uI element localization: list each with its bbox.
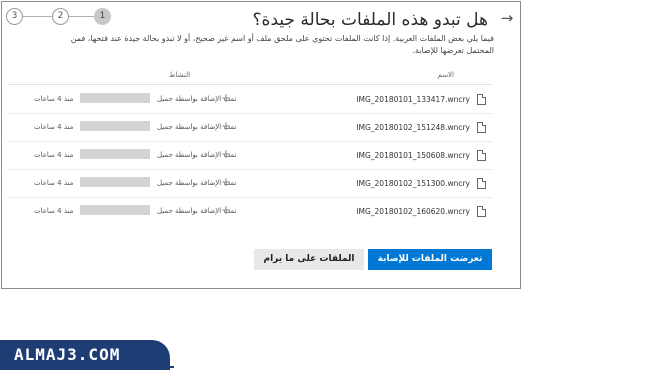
file-icon bbox=[477, 94, 486, 105]
step-connector bbox=[69, 16, 96, 17]
files-infected-button[interactable]: تعرضت الملفات للإصابة bbox=[368, 249, 492, 270]
file-icon bbox=[477, 206, 486, 217]
redacted-user bbox=[80, 205, 150, 215]
file-icon bbox=[477, 150, 486, 161]
step-1-active: 1 bbox=[94, 8, 111, 25]
files-ok-button[interactable]: الملفات على ما يرام bbox=[254, 249, 364, 270]
redacted-user bbox=[80, 149, 150, 159]
activity-text: تمت الإضافة بواسطة جميل bbox=[157, 179, 237, 187]
table-row[interactable]: IMG_20180101_150608.wncry + تمت الإضافة … bbox=[7, 142, 492, 170]
file-name: IMG_20180101_133417.wncry bbox=[356, 95, 470, 104]
table-row[interactable]: IMG_20180101_133417.wncry + تمت الإضافة … bbox=[7, 86, 492, 114]
redacted-user bbox=[80, 121, 150, 131]
step-3: 3 bbox=[6, 8, 23, 25]
file-name: IMG_20180101_150608.wncry bbox=[356, 151, 470, 160]
file-icon bbox=[477, 122, 486, 133]
activity-time: منذ 4 ساعات bbox=[34, 151, 74, 159]
table-row[interactable]: IMG_20180102_151248.wncry + تمت الإضافة … bbox=[7, 114, 492, 142]
file-icon bbox=[477, 178, 486, 189]
dialog-title: هل تبدو هذه الملفات بحالة جيدة؟ bbox=[252, 10, 488, 30]
redacted-user bbox=[80, 177, 150, 187]
column-name-header[interactable]: الاسم bbox=[438, 71, 454, 79]
dialog-description: فيما يلي بعض الملفات العربية. إذا كانت ا… bbox=[70, 34, 494, 55]
activity-text: تمت الإضافة بواسطة جميل bbox=[157, 207, 237, 215]
step-2: 2 bbox=[52, 8, 69, 25]
activity-time: منذ 4 ساعات bbox=[34, 207, 74, 215]
column-activity-header[interactable]: النشاط bbox=[169, 71, 190, 79]
activity-time: منذ 4 ساعات bbox=[34, 179, 74, 187]
activity-text: تمت الإضافة بواسطة جميل bbox=[157, 151, 237, 159]
activity-text: تمت الإضافة بواسطة جميل bbox=[157, 95, 237, 103]
redacted-user bbox=[80, 93, 150, 103]
arrow-right-icon[interactable]: → bbox=[499, 10, 515, 26]
file-check-dialog: 3 2 1 → هل تبدو هذه الملفات بحالة جيدة؟ … bbox=[1, 1, 521, 289]
table-row[interactable]: IMG_20180102_151300.wncry + تمت الإضافة … bbox=[7, 170, 492, 198]
table-header: الاسم النشاط bbox=[7, 68, 492, 84]
file-name: IMG_20180102_160620.wncry bbox=[356, 207, 470, 216]
activity-text: تمت الإضافة بواسطة جميل bbox=[157, 123, 237, 131]
file-name: IMG_20180102_151300.wncry bbox=[356, 179, 470, 188]
activity-time: منذ 4 ساعات bbox=[34, 123, 74, 131]
watermark-underline bbox=[0, 366, 174, 368]
header-divider bbox=[7, 84, 492, 85]
watermark-text: ALMAJ3.COM bbox=[14, 345, 121, 364]
file-name: IMG_20180102_151248.wncry bbox=[356, 123, 470, 132]
activity-time: منذ 4 ساعات bbox=[34, 95, 74, 103]
step-connector bbox=[23, 16, 52, 17]
stepper: 3 2 1 bbox=[6, 8, 111, 26]
file-list: IMG_20180101_133417.wncry + تمت الإضافة … bbox=[7, 86, 492, 226]
table-row[interactable]: IMG_20180102_160620.wncry + تمت الإضافة … bbox=[7, 198, 492, 226]
